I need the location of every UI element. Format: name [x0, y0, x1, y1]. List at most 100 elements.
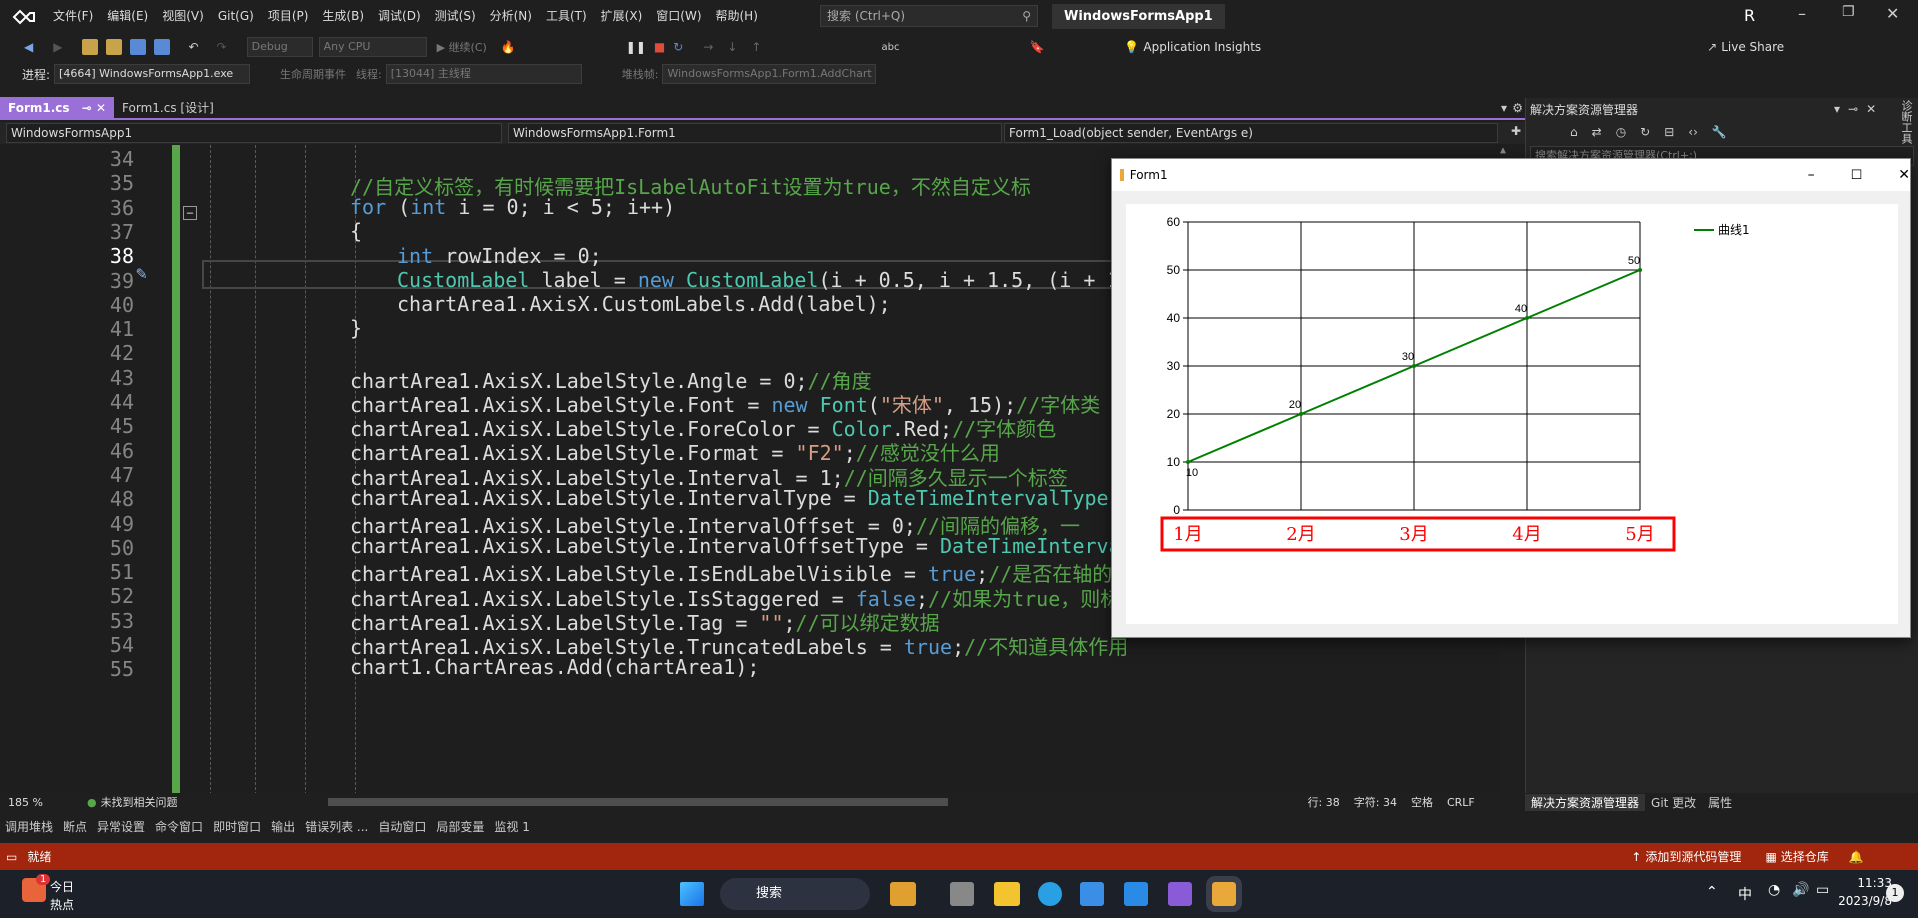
weather-widget[interactable]: 1 [22, 874, 51, 905]
tab-exception-settings[interactable]: 异常设置 [92, 818, 150, 835]
process-select[interactable]: [4664] WindowsFormsApp1.exe [54, 64, 251, 84]
store-icon[interactable] [1080, 882, 1104, 906]
quick-action-icon[interactable]: ✎ [136, 263, 147, 284]
project-dropdown[interactable]: WindowsFormsApp1 [6, 123, 502, 143]
code-view-icon[interactable]: ‹› [1688, 125, 1698, 139]
menu-tools[interactable]: 工具(T) [539, 0, 594, 33]
form1-window[interactable]: Form1 – ☐ ✕ 0 10 20 30 40 50 60 1月 2月 3月 4月 5月 10 20 3… [1111, 158, 1911, 638]
form-close-icon[interactable]: ✕ [1898, 167, 1910, 183]
add-source-control[interactable]: 添加到源代码管理 [1645, 848, 1741, 865]
select-repo[interactable]: 选择仓库 [1781, 848, 1829, 865]
visual-studio-logo-icon[interactable] [10, 7, 38, 27]
tab-watch-1[interactable]: 监视 1 [489, 818, 534, 835]
pause-icon[interactable]: ❚❚ [626, 40, 646, 54]
form-app-icon[interactable] [1206, 876, 1242, 912]
thread-select[interactable]: [13044] 主线程 [385, 64, 582, 84]
taskview-icon[interactable] [890, 882, 916, 906]
menu-build[interactable]: 生成(B) [315, 0, 371, 33]
stack-select[interactable]: WindowsFormsApp1.Form1.AddChart [662, 64, 877, 84]
close-tab-icon[interactable]: ✕ [96, 101, 106, 115]
pin-icon[interactable]: ⊸ [82, 101, 92, 115]
bookmark-icon[interactable]: 🔖 [1029, 40, 1044, 54]
search-input[interactable]: 搜索 (Ctrl+Q) ⚲ [820, 5, 1038, 27]
tab-properties[interactable]: 属性 [1702, 794, 1738, 811]
form-maximize-icon[interactable]: ☐ [1851, 168, 1863, 183]
method-dropdown[interactable]: Form1_Load(object sender, EventArgs e) [1004, 123, 1498, 143]
clock-date[interactable]: 2023/9/8 [1832, 894, 1892, 908]
menu-project[interactable]: 项目(P) [261, 0, 316, 33]
volume-icon[interactable]: 🔊 [1792, 882, 1809, 898]
menu-window[interactable]: 窗口(W) [649, 0, 708, 33]
menu-debug[interactable]: 调试(D) [371, 0, 428, 33]
tab-breakpoints[interactable]: 断点 [58, 818, 92, 835]
tab-locals[interactable]: 局部变量 [431, 818, 489, 835]
menu-help[interactable]: 帮助(H) [709, 0, 765, 33]
tab-autos[interactable]: 自动窗口 [373, 818, 431, 835]
history-icon[interactable]: ◷ [1616, 125, 1626, 139]
edge-icon[interactable] [1038, 882, 1062, 906]
tab-form1-cs[interactable]: Form1.cs ⊸ ✕ [0, 97, 115, 119]
new-project-icon[interactable] [82, 39, 99, 55]
pin-panel-icon[interactable]: ⊸ [1848, 102, 1858, 116]
redo-icon[interactable]: ↷ [217, 40, 227, 54]
restore-icon[interactable]: ❐ [1842, 4, 1855, 20]
issues-label[interactable]: 未找到相关问题 [101, 794, 178, 810]
step-out-icon[interactable]: ↑ [751, 40, 761, 54]
platform-select[interactable]: Any CPU [318, 37, 427, 57]
menu-edit[interactable]: 编辑(E) [100, 0, 155, 33]
horizontal-scrollbar[interactable] [327, 798, 948, 806]
live-share-icon[interactable]: ↗ [1707, 40, 1717, 54]
source-control-icon[interactable]: ↑ [1631, 850, 1641, 864]
tab-call-stack[interactable]: 调用堆栈 [0, 818, 58, 835]
tab-immediate-window[interactable]: 即时窗口 [208, 818, 266, 835]
menu-git[interactable]: Git(G) [211, 0, 261, 33]
diagnostic-tools-side-tab[interactable]: 诊断工具 [1898, 100, 1914, 144]
collapse-all-icon[interactable]: ⊟ [1664, 125, 1674, 139]
dropdown-icon[interactable]: ▾ [1834, 102, 1840, 116]
live-share-label[interactable]: Live Share [1721, 40, 1784, 54]
split-icon[interactable]: ✚ [1511, 124, 1521, 138]
tab-command-window[interactable]: 命令窗口 [150, 818, 208, 835]
tab-git-changes[interactable]: Git 更改 [1645, 794, 1702, 811]
sync-icon[interactable]: ⇄ [1592, 125, 1602, 139]
close-panel-icon[interactable]: ✕ [1866, 102, 1876, 116]
open-icon[interactable] [106, 39, 123, 55]
save-all-icon[interactable] [154, 39, 171, 55]
menu-test[interactable]: 测试(S) [428, 0, 483, 33]
form1-titlebar[interactable]: Form1 – ☐ ✕ [1112, 159, 1910, 191]
scroll-up-icon[interactable]: ▲ [1500, 145, 1506, 156]
spell-check-icon[interactable]: abc [881, 42, 899, 53]
menu-analyze[interactable]: 分析(N) [483, 0, 539, 33]
vscode-icon[interactable] [1124, 882, 1148, 906]
minimize-icon[interactable]: – [1798, 4, 1806, 23]
notification-icon[interactable]: 🔔 [1849, 850, 1864, 864]
forward-icon[interactable]: ▶ [53, 40, 62, 54]
user-avatar[interactable]: R [1744, 6, 1755, 25]
undo-icon[interactable]: ↶ [188, 40, 198, 54]
step-over-icon[interactable]: → [703, 40, 713, 54]
back-icon[interactable]: ◀ [24, 40, 33, 54]
insights-icon[interactable]: 💡 [1124, 40, 1139, 54]
lifecycle-label[interactable]: 生命周期事件 [280, 66, 346, 82]
close-icon[interactable]: ✕ [1886, 4, 1899, 23]
wifi-icon[interactable]: ◔ [1768, 882, 1780, 898]
tab-error-list[interactable]: 错误列表 ... [300, 818, 373, 835]
battery-icon[interactable]: ▭ [1816, 882, 1829, 898]
files-icon[interactable] [950, 882, 974, 906]
tab-form1-design[interactable]: Form1.cs [设计] [114, 97, 222, 119]
menu-view[interactable]: 视图(V) [155, 0, 211, 33]
tab-solution-explorer[interactable]: 解决方案资源管理器 [1525, 793, 1646, 811]
save-icon[interactable] [130, 39, 147, 55]
ime-indicator[interactable]: 中 [1738, 884, 1752, 904]
whitespace-indicator[interactable]: 空格 [1411, 794, 1433, 810]
hot-reload-icon[interactable]: 🔥 [501, 40, 516, 54]
collapse-icon[interactable]: − [183, 206, 197, 220]
settings-icon[interactable]: ⚙ [1512, 101, 1523, 115]
notification-badge[interactable]: 1 [1886, 884, 1904, 902]
insights-label[interactable]: Application Insights [1143, 40, 1261, 54]
menu-file[interactable]: 文件(F) [46, 0, 100, 33]
restart-icon[interactable]: ↻ [673, 40, 683, 54]
explorer-icon[interactable] [994, 882, 1020, 906]
clock-time[interactable]: 11:33 [1848, 876, 1892, 890]
home-icon[interactable]: ⌂ [1570, 125, 1578, 139]
